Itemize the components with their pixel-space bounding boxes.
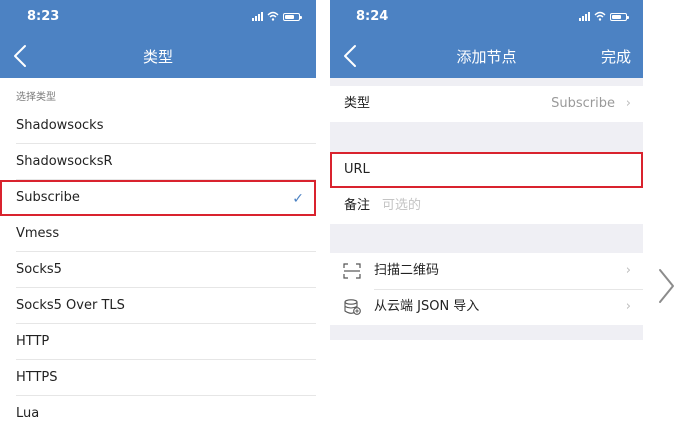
- type-label: Vmess: [16, 226, 60, 241]
- nav-bar: 添加节点 完成: [330, 34, 643, 78]
- status-icons: [579, 11, 629, 21]
- status-icons: [252, 11, 302, 21]
- type-label: Shadowsocks: [16, 118, 104, 133]
- list-item[interactable]: HTTP: [0, 324, 316, 360]
- chevron-right-icon[interactable]: [654, 264, 678, 308]
- page-title: 添加节点: [456, 48, 517, 66]
- type-group: 类型 Subscribe ›: [330, 86, 643, 122]
- type-row-value: Subscribe: [551, 96, 615, 111]
- signal-icon: [579, 11, 590, 21]
- type-picker-screen: 8:23 类型 选择类型 Shadowsocks ShadowsocksR Su…: [0, 0, 316, 434]
- battery-icon: [283, 13, 302, 21]
- note-label: 备注: [344, 198, 371, 213]
- wifi-icon: [594, 11, 606, 21]
- nav-bar: 类型: [0, 34, 316, 78]
- list-item[interactable]: HTTPS: [0, 360, 316, 396]
- url-field[interactable]: URL: [330, 152, 643, 188]
- header-bar: 8:24 添加节点 完成: [330, 0, 643, 78]
- type-label: HTTP: [16, 334, 50, 349]
- list-item[interactable]: Lua: [0, 396, 316, 432]
- add-node-screen: 8:24 添加节点 完成 类型 Subscribe › URL 备注 可选的 扫…: [330, 0, 643, 434]
- scan-qr-button[interactable]: 扫描二维码 ›: [330, 253, 643, 289]
- note-field[interactable]: 备注 可选的: [330, 188, 643, 224]
- done-button[interactable]: 完成: [601, 46, 631, 67]
- wifi-icon: [267, 11, 279, 21]
- status-bar: 8:24: [330, 0, 643, 34]
- cloud-json-import-button[interactable]: 从云端 JSON 导入 ›: [330, 289, 643, 325]
- cloud-json-import-label: 从云端 JSON 导入: [374, 299, 480, 314]
- list-item[interactable]: Socks5 Over TLS: [0, 288, 316, 324]
- battery-icon: [610, 13, 629, 21]
- list-item[interactable]: Vmess: [0, 216, 316, 252]
- checkmark-icon: ✓: [292, 191, 304, 207]
- list-item[interactable]: Shadowsocks: [0, 108, 316, 144]
- signal-icon: [252, 11, 263, 21]
- status-time: 8:24: [356, 9, 389, 24]
- url-note-group: URL 备注 可选的: [330, 152, 643, 224]
- status-bar: 8:23: [0, 0, 316, 34]
- cloud-database-icon: [344, 299, 361, 315]
- list-item[interactable]: ShadowsocksR: [0, 144, 316, 180]
- header-bar: 8:23 类型: [0, 0, 316, 78]
- chevron-right-icon: ›: [625, 96, 631, 111]
- status-time: 8:23: [27, 9, 60, 24]
- list-item[interactable]: Socks5: [0, 252, 316, 288]
- page-title: 类型: [142, 48, 173, 66]
- type-label: Subscribe: [16, 190, 80, 205]
- note-placeholder: 可选的: [382, 198, 422, 213]
- type-label: ShadowsocksR: [16, 154, 113, 169]
- url-label: URL: [344, 162, 370, 177]
- type-list: Shadowsocks ShadowsocksR Subscribe ✓ Vmes…: [0, 108, 316, 432]
- scan-qr-label: 扫描二维码: [374, 263, 440, 278]
- type-label: Socks5: [16, 262, 62, 277]
- chevron-right-icon: ›: [625, 263, 631, 278]
- type-label: HTTPS: [16, 370, 58, 385]
- empty-area: [330, 340, 643, 434]
- type-label: Lua: [16, 406, 40, 421]
- type-label: Socks5 Over TLS: [16, 298, 125, 313]
- section-label: 选择类型: [16, 92, 56, 103]
- import-actions-group: 扫描二维码 › 从云端 JSON 导入 ›: [330, 253, 643, 325]
- list-item-selected[interactable]: Subscribe ✓: [0, 180, 316, 216]
- type-row-label: 类型: [344, 96, 371, 111]
- chevron-right-icon: ›: [625, 299, 631, 314]
- scan-qr-icon: [343, 263, 361, 279]
- type-row[interactable]: 类型 Subscribe ›: [330, 86, 643, 122]
